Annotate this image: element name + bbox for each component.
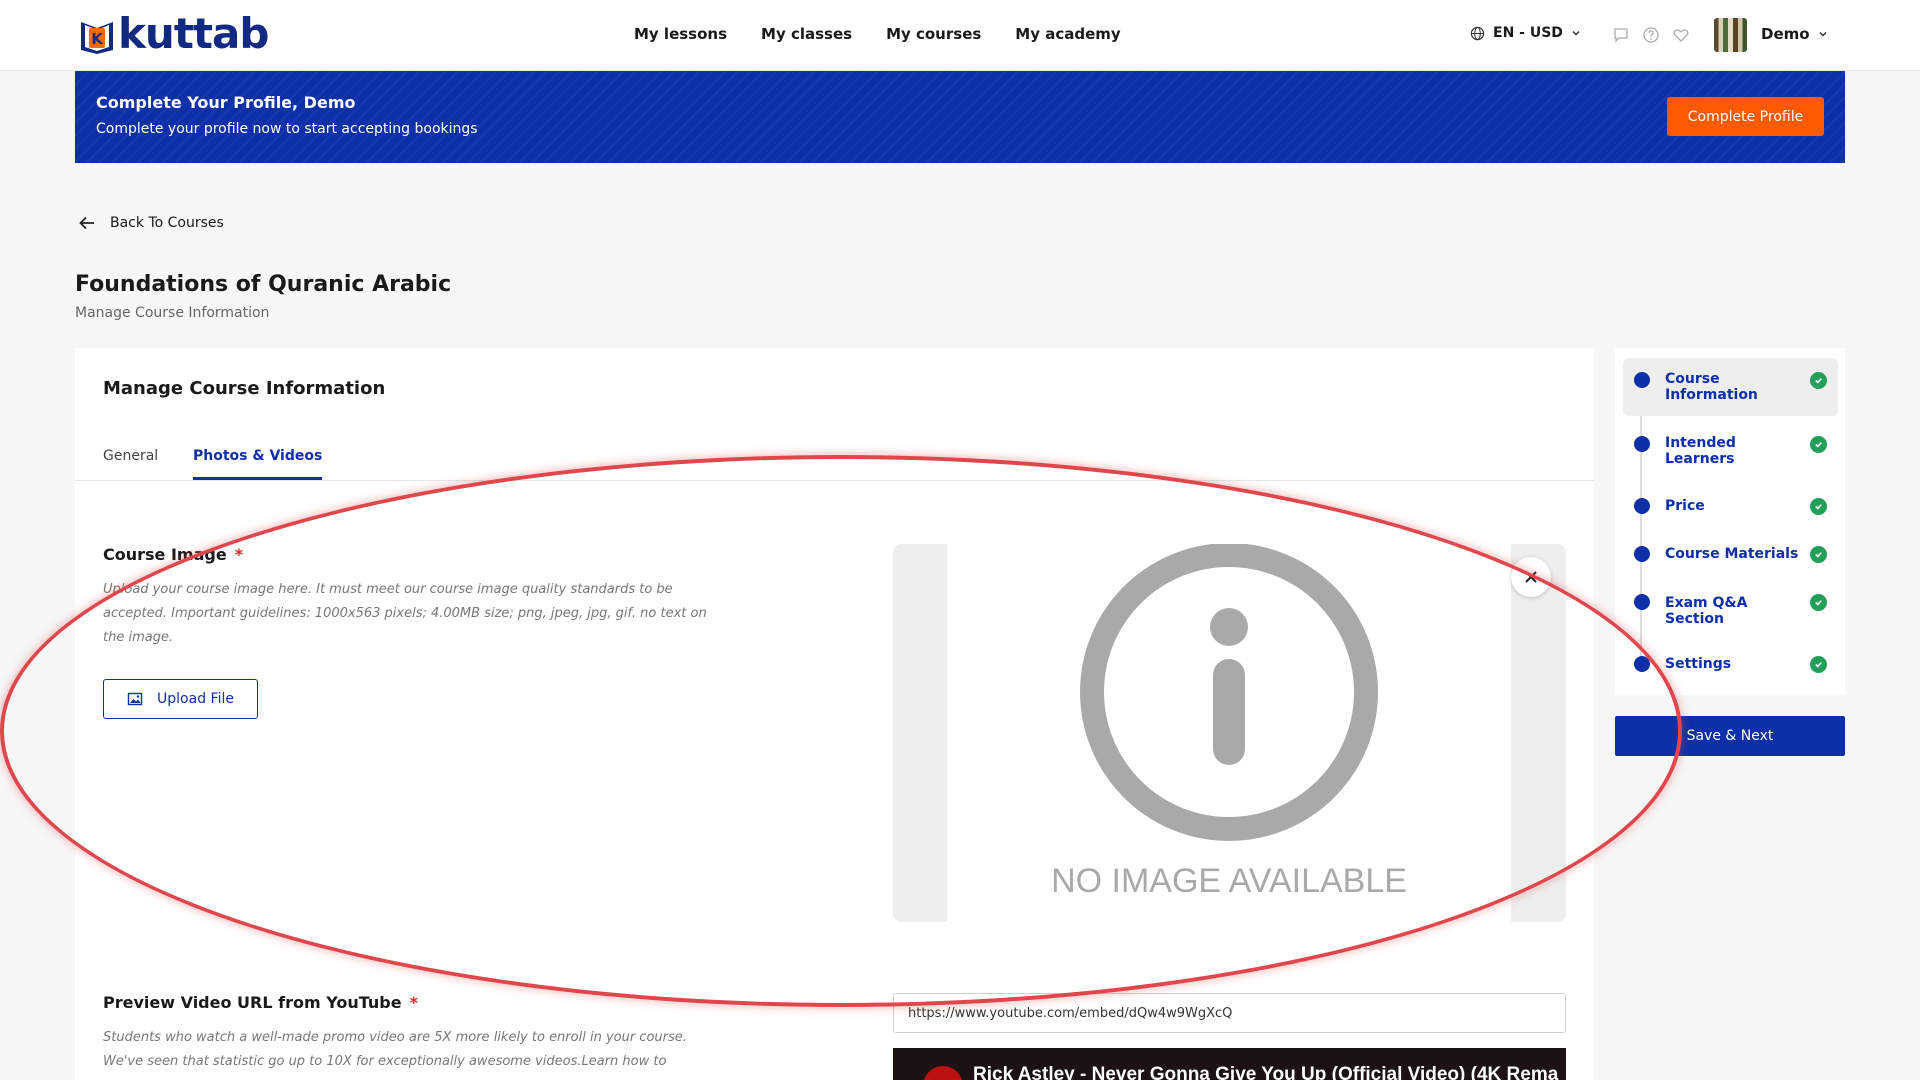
step-dot [1634,656,1650,672]
banner-title: Complete Your Profile, Demo [96,93,356,112]
complete-profile-button[interactable]: Complete Profile [1667,97,1824,136]
card-title: Manage Course Information [103,378,386,399]
page-subtitle: Manage Course Information [75,305,270,321]
help-icon[interactable] [1642,26,1660,44]
kuttab-logo[interactable]: K kuttab [78,9,269,58]
header-icons [1612,26,1690,44]
required-mark: * [234,545,244,564]
top-navbar: K kuttab My lessons My classes My course… [0,0,1920,71]
language-label: EN - USD [1493,25,1563,41]
image-icon [127,692,143,706]
banner-subtitle: Complete your profile now to start accep… [96,121,478,137]
step-course-information[interactable]: Course Information [1623,358,1838,416]
back-to-courses-link[interactable]: Back To Courses [78,214,224,232]
chevron-down-icon [1572,30,1580,36]
nav-my-classes[interactable]: My classes [761,25,852,43]
required-mark: * [409,993,418,1012]
channel-avatar [923,1066,963,1080]
course-image-label: Course Image * [103,545,243,564]
globe-icon [1470,26,1485,40]
step-course-materials[interactable]: Course Materials [1623,526,1838,566]
nav-my-lessons[interactable]: My lessons [634,25,727,43]
upload-file-button[interactable]: Upload File [103,679,258,719]
video-title[interactable]: Rick Astley - Never Gonna Give You Up (O… [973,1064,1558,1080]
step-exam-qa-section[interactable]: Exam Q&A Section [1623,574,1838,627]
step-dot [1634,498,1650,514]
svg-text:K: K [91,30,104,48]
step-label: Intended Learners [1665,435,1736,467]
arrow-left-icon [79,216,94,230]
tab-bar: General Photos & Videos [75,418,1594,481]
nav-my-academy[interactable]: My academy [1015,25,1120,43]
step-label: Exam Q&A Section [1665,595,1748,627]
no-image-placeholder: NO IMAGE AVAILABLE [947,544,1511,922]
course-info-card: Manage Course Information General Photos… [75,348,1594,1080]
preview-video-label: Preview Video URL from YouTube * [103,993,418,1012]
page-title: Foundations of Quranic Arabic [75,272,452,297]
step-price[interactable]: Price [1623,478,1838,518]
step-label: Price [1665,498,1705,514]
step-label: Course Information [1665,371,1758,403]
step-dot [1634,372,1650,388]
upload-file-label: Upload File [157,691,234,707]
youtube-video-embed[interactable]: Rick Astley - Never Gonna Give You Up (O… [893,1048,1566,1080]
check-circle-icon [1810,546,1827,563]
course-image-label-text: Course Image [103,545,227,564]
close-icon [1525,571,1537,583]
preview-video-label-text: Preview Video URL from YouTube [103,993,402,1012]
avatar[interactable] [1714,18,1747,52]
remove-image-button[interactable] [1511,557,1551,597]
step-dot [1634,594,1650,610]
check-circle-icon [1810,372,1827,389]
step-settings[interactable]: Settings [1623,636,1838,676]
main-nav: My lessons My classes My courses My acad… [634,25,1121,43]
course-image-preview: NO IMAGE AVAILABLE [893,544,1566,922]
nav-my-courses[interactable]: My courses [886,25,981,43]
check-circle-icon [1810,656,1827,673]
save-next-button[interactable]: Save & Next [1615,716,1845,756]
no-image-text: NO IMAGE AVAILABLE [1051,862,1407,900]
complete-profile-banner: Complete Your Profile, Demo Complete you… [75,71,1845,163]
preview-video-help: Students who watch a well-made promo vid… [103,1030,687,1069]
chat-icon[interactable] [1612,26,1630,44]
course-steps-panel: Course Information Intended Learners Pri… [1615,348,1845,695]
tab-photos-videos[interactable]: Photos & Videos [193,448,323,480]
check-circle-icon [1810,594,1827,611]
check-circle-icon [1810,436,1827,453]
user-menu[interactable]: Demo [1761,25,1828,43]
logo-book-icon: K [81,22,113,54]
back-link-label: Back To Courses [110,215,224,231]
heart-icon[interactable] [1672,26,1690,44]
youtube-url-input[interactable] [893,993,1566,1033]
step-dot [1634,546,1650,562]
language-currency-selector[interactable]: EN - USD [1470,25,1581,41]
course-image-help: Upload your course image here. It must m… [103,582,707,645]
logo-text: kuttab [118,9,269,58]
user-name: Demo [1761,25,1810,43]
chevron-down-icon [1819,31,1827,37]
step-intended-learners[interactable]: Intended Learners [1623,422,1838,472]
check-circle-icon [1810,498,1827,515]
step-label: Course Materials [1665,546,1799,562]
step-dot [1634,436,1650,452]
step-label: Settings [1665,656,1732,672]
tab-general[interactable]: General [103,448,158,464]
